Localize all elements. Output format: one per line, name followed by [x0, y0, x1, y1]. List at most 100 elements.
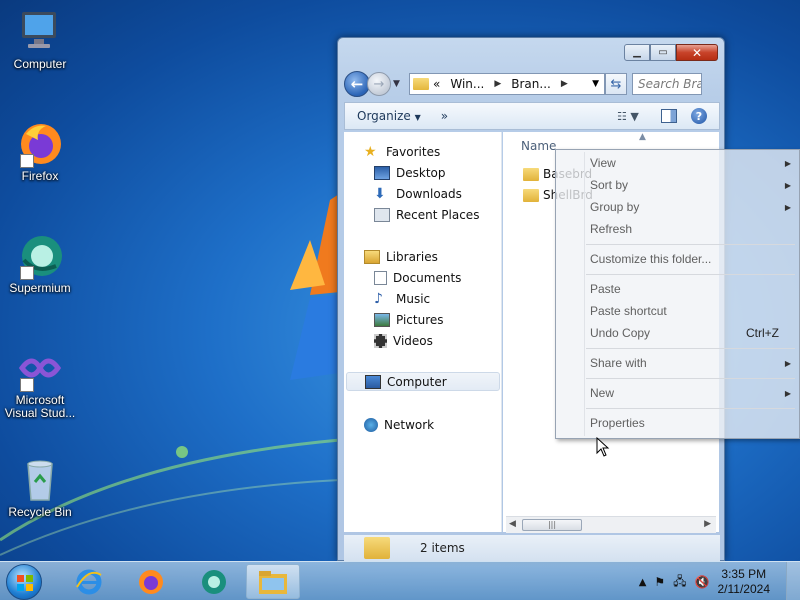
- menu-item-properties[interactable]: Properties: [590, 413, 791, 433]
- sort-caret-icon: ▲: [639, 132, 646, 142]
- nav-desktop[interactable]: Desktop: [344, 163, 502, 182]
- firefox-icon: [16, 120, 64, 168]
- menu-separator: [586, 378, 795, 379]
- scrollbar-thumb[interactable]: |||: [522, 519, 582, 531]
- desktop-icon-supermium[interactable]: Supermium: [0, 232, 80, 295]
- windows-logo-icon: [17, 575, 33, 591]
- nav-music[interactable]: ♪ Music: [344, 289, 502, 308]
- nav-recent-places[interactable]: Recent Places: [344, 205, 502, 224]
- breadcrumb-separator-icon[interactable]: ▶: [561, 79, 568, 89]
- recent-places-icon: [374, 207, 390, 222]
- nav-pictures[interactable]: Pictures: [344, 310, 502, 329]
- desktop-icon-visual-studio[interactable]: Microsoft Visual Stud...: [0, 344, 80, 420]
- folder-icon: [413, 78, 429, 90]
- folder-icon: [523, 188, 539, 202]
- help-icon[interactable]: ?: [691, 108, 707, 124]
- submenu-arrow-icon: ▶: [784, 158, 791, 168]
- change-view-button[interactable]: ☷ ▼: [617, 110, 647, 123]
- taskbar-supermium[interactable]: [186, 564, 240, 599]
- status-bar: 2 items: [344, 535, 720, 561]
- menu-item-new[interactable]: New ▶: [590, 383, 791, 403]
- horizontal-scrollbar[interactable]: ◀ ||| ▶: [506, 516, 716, 533]
- menu-item-paste-shortcut[interactable]: Paste shortcut: [590, 301, 791, 321]
- taskbar-internet-explorer[interactable]: [62, 564, 116, 599]
- desktop-icon-label: Firefox: [21, 169, 59, 183]
- music-icon: ♪: [374, 290, 383, 307]
- nav-favorites[interactable]: ★ Favorites: [344, 142, 502, 161]
- nav-label: Network: [384, 417, 435, 432]
- nav-documents[interactable]: Documents: [344, 268, 502, 287]
- submenu-arrow-icon: ▶: [784, 180, 791, 190]
- column-header-name[interactable]: Name: [521, 139, 556, 153]
- network-tray-icon[interactable]: 🖧: [673, 572, 686, 593]
- desktop-icon-recycle-bin[interactable]: Recycle Bin: [0, 456, 80, 519]
- menu-label: New: [590, 386, 615, 400]
- menu-separator: [586, 348, 795, 349]
- nav-computer[interactable]: Computer: [346, 372, 500, 391]
- start-button[interactable]: [6, 564, 42, 600]
- forward-button[interactable]: →: [367, 72, 391, 96]
- menu-item-customize-folder[interactable]: Customize this folder...: [590, 249, 791, 269]
- taskbar-firefox[interactable]: [124, 564, 178, 599]
- menu-item-paste[interactable]: Paste: [590, 279, 791, 299]
- address-bar[interactable]: « Win... ▶ Bran... ▶ ▼: [409, 73, 605, 95]
- recycle-bin-icon: [16, 456, 64, 504]
- nav-label: Pictures: [396, 312, 444, 327]
- supermium-icon: [16, 232, 64, 280]
- desktop-icon-firefox[interactable]: Firefox: [0, 120, 80, 183]
- nav-network[interactable]: Network: [344, 415, 502, 434]
- context-menu[interactable]: View ▶ Sort by ▶ Group by ▶ Refresh Customi…: [555, 149, 800, 439]
- chevron-down-icon: ▼: [393, 79, 400, 89]
- menu-item-group-by[interactable]: Group by ▶: [590, 197, 791, 217]
- menu-label: Group by: [590, 200, 640, 214]
- maximize-icon: ▭: [658, 47, 668, 58]
- menu-label: Refresh: [590, 222, 633, 236]
- clock-date: 2/11/2024: [717, 582, 771, 596]
- nav-label: Desktop: [396, 165, 446, 180]
- recent-pages-dropdown[interactable]: ▼: [393, 79, 405, 89]
- action-center-flag-icon[interactable]: ⚑: [654, 575, 665, 589]
- scroll-right-icon[interactable]: ▶: [704, 519, 711, 529]
- address-overflow[interactable]: «: [433, 77, 440, 91]
- close-button[interactable]: ✕: [676, 44, 718, 61]
- menu-item-sort-by[interactable]: Sort by ▶: [590, 175, 791, 195]
- organize-button[interactable]: Organize ▼: [357, 109, 421, 123]
- menu-item-view[interactable]: View ▶: [590, 153, 791, 173]
- breadcrumb-branding[interactable]: Bran...: [511, 77, 551, 91]
- volume-muted-icon[interactable]: 🔇: [695, 575, 710, 589]
- navigation-bar: ← → ▼ « Win... ▶ Bran... ▶ ▼ ⇆ Search Br…: [344, 70, 720, 98]
- file-explorer-icon: [259, 570, 287, 594]
- nav-label: Videos: [393, 333, 433, 348]
- menu-item-refresh[interactable]: Refresh: [590, 219, 791, 239]
- nav-label: Computer: [387, 374, 447, 389]
- minimize-button[interactable]: ▁: [624, 44, 650, 61]
- back-arrow-icon: ←: [350, 75, 364, 93]
- desktop-icon-label: Recycle Bin: [8, 505, 72, 519]
- computer-icon: [365, 374, 381, 389]
- search-input[interactable]: Search Bra...: [632, 73, 702, 95]
- videos-icon: [374, 333, 387, 348]
- documents-icon: [374, 270, 387, 285]
- refresh-button[interactable]: ⇆: [605, 73, 627, 95]
- desktop-icon-label: Computer: [13, 57, 67, 71]
- nav-downloads[interactable]: ⬇ Downloads: [344, 184, 502, 203]
- taskbar-explorer[interactable]: [246, 564, 300, 599]
- scroll-left-icon[interactable]: ◀: [509, 519, 516, 529]
- clock[interactable]: 3:35 PM 2/11/2024: [718, 567, 771, 597]
- more-commands-button[interactable]: »: [441, 109, 448, 123]
- clock-time: 3:35 PM: [721, 567, 767, 581]
- desktop-icon-computer[interactable]: Computer: [0, 8, 80, 71]
- preview-pane-icon[interactable]: [661, 109, 677, 123]
- show-hidden-icons-icon[interactable]: ▲: [639, 577, 647, 588]
- show-desktop-button[interactable]: [786, 562, 800, 600]
- maximize-button[interactable]: ▭: [650, 44, 676, 61]
- nav-libraries[interactable]: Libraries: [344, 247, 502, 266]
- menu-item-undo-copy[interactable]: Undo Copy Ctrl+Z: [590, 323, 791, 343]
- nav-videos[interactable]: Videos: [344, 331, 502, 350]
- breadcrumb-windows[interactable]: Win...: [450, 77, 484, 91]
- menu-item-share-with[interactable]: Share with ▶: [590, 353, 791, 373]
- menu-label: Paste: [590, 282, 621, 296]
- pictures-icon: [374, 312, 390, 327]
- breadcrumb-separator-icon[interactable]: ▶: [494, 79, 501, 89]
- address-dropdown-icon[interactable]: ▼: [592, 79, 599, 89]
